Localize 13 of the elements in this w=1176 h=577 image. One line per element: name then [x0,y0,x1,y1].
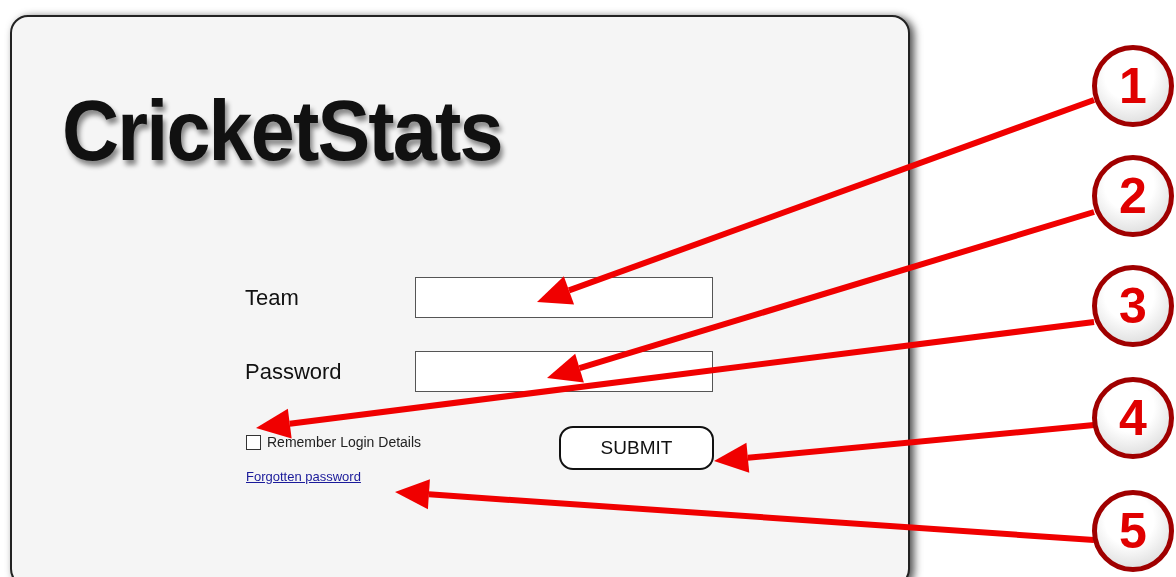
checkbox[interactable] [246,435,261,450]
callout-badge: 2 [1092,155,1174,237]
checkbox-label: Remember Login Details [267,433,422,452]
field-label: Team [245,284,300,312]
input-field[interactable] [415,277,713,318]
callout-badge: 4 [1092,377,1174,459]
callout-badge: 3 [1092,265,1174,347]
app-logo: CricketStats [62,87,502,173]
submit-button[interactable]: SUBMIT [559,426,714,470]
forgotten-password-link[interactable]: Forgotten password [246,467,422,487]
callout-badge: 1 [1092,45,1174,127]
callout-badge: 5 [1092,490,1174,572]
field-label: Password [245,358,343,386]
